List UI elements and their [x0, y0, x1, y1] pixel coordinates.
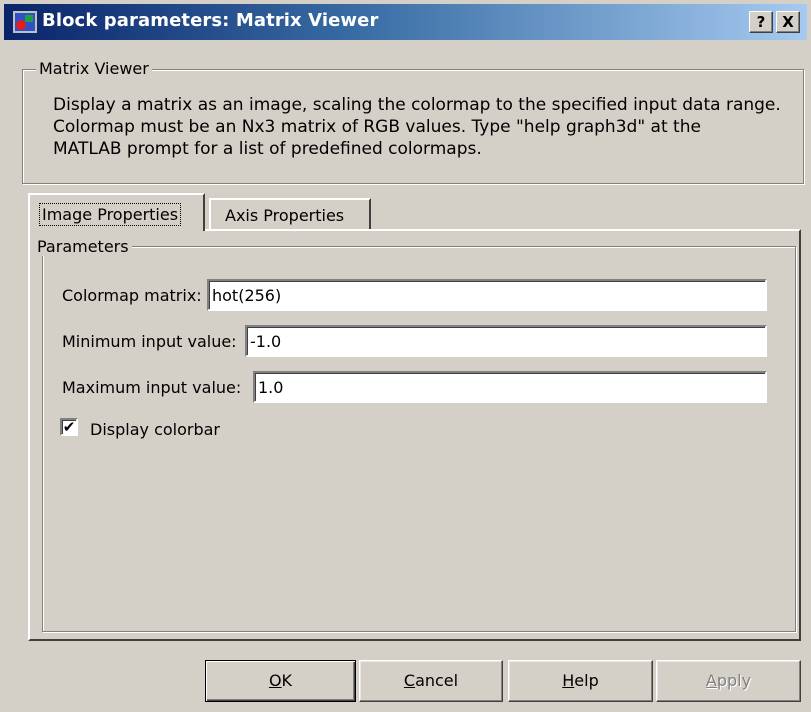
help-label-rest: elp — [574, 671, 599, 690]
tab-image-properties[interactable]: Image Properties — [28, 193, 205, 231]
description-group-label: Matrix Viewer — [36, 59, 152, 78]
title-bar[interactable]: Block parameters: Matrix Viewer ? X — [4, 4, 807, 40]
cancel-button[interactable]: Cancel — [359, 660, 503, 702]
ok-label-rest: K — [281, 671, 293, 690]
tab-image-properties-label: Image Properties — [38, 203, 182, 226]
description-line: Display a matrix as an image, scaling th… — [53, 95, 781, 115]
maximum-input-value-input[interactable]: 1.0 — [253, 371, 767, 403]
description-line: MATLAB prompt for a list of predefined c… — [53, 139, 482, 159]
dialog-window: Block parameters: Matrix Viewer ? X Matr… — [0, 0, 811, 712]
apply-button[interactable]: Apply — [656, 660, 801, 702]
apply-label-rest: pply — [716, 671, 752, 690]
minimum-input-value-label: Minimum input value: — [62, 332, 237, 351]
ok-button[interactable]: OK — [205, 660, 356, 702]
window-title: Block parameters: Matrix Viewer — [42, 10, 379, 31]
colormap-matrix-label: Colormap matrix: — [62, 286, 202, 305]
display-colorbar-checkbox[interactable]: ✔ — [60, 418, 78, 436]
tab-axis-properties-label: Axis Properties — [225, 206, 345, 225]
help-question-icon[interactable]: ? — [749, 11, 773, 33]
tab-axis-properties[interactable]: Axis Properties — [209, 198, 371, 230]
help-button[interactable]: Help — [508, 660, 653, 702]
minimum-input-value-input[interactable]: -1.0 — [245, 325, 767, 357]
apply-mnemonic: A — [705, 671, 717, 690]
checkmark-icon: ✔ — [62, 418, 76, 436]
parameters-group-label: Parameters — [34, 237, 132, 256]
display-colorbar-label[interactable]: Display colorbar — [90, 420, 220, 439]
close-icon[interactable]: X — [776, 11, 800, 33]
cancel-mnemonic: C — [403, 671, 416, 690]
ok-mnemonic: O — [268, 671, 282, 690]
simulink-block-icon — [13, 11, 37, 33]
colormap-matrix-input[interactable]: hot(256) — [207, 279, 767, 311]
help-mnemonic: H — [562, 671, 575, 690]
maximum-input-value-label: Maximum input value: — [62, 378, 242, 397]
cancel-label-rest: ancel — [415, 671, 459, 690]
description-text: Display a matrix as an image, scaling th… — [53, 94, 781, 160]
description-line: Colormap must be an Nx3 matrix of RGB va… — [53, 117, 701, 137]
